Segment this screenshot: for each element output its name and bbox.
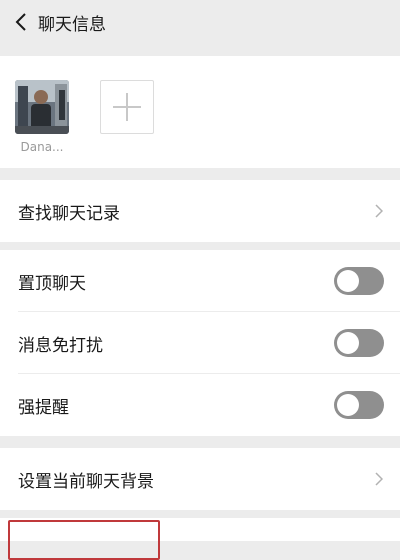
- chat-background-row[interactable]: 设置当前聊天背景: [0, 448, 400, 510]
- search-history-row[interactable]: 查找聊天记录: [0, 180, 400, 242]
- chat-background-label: 设置当前聊天背景: [18, 471, 154, 492]
- plus-icon: [113, 93, 141, 121]
- toggle-knob: [337, 394, 359, 416]
- pin-chat-label: 置顶聊天: [18, 273, 86, 294]
- search-history-section: 查找聊天记录: [0, 180, 400, 242]
- chat-background-section: 设置当前聊天背景: [0, 448, 400, 510]
- member-name: Dana...: [20, 140, 64, 154]
- mute-notifications-toggle[interactable]: [334, 329, 384, 357]
- chevron-right-icon: [374, 471, 384, 487]
- next-section: [0, 518, 400, 560]
- add-member-button[interactable]: [100, 80, 154, 134]
- chevron-left-icon: [15, 13, 26, 31]
- chat-settings-section: 置顶聊天 消息免打扰 强提醒: [0, 250, 400, 436]
- toggle-knob: [337, 332, 359, 354]
- pin-chat-row: 置顶聊天: [0, 250, 400, 312]
- mute-notifications-label: 消息免打扰: [18, 335, 103, 356]
- member-item[interactable]: Dana...: [14, 80, 70, 154]
- highlight-box: [8, 520, 160, 560]
- strong-reminder-label: 强提醒: [18, 397, 69, 418]
- strong-reminder-row: 强提醒: [0, 374, 400, 436]
- strong-reminder-toggle[interactable]: [334, 391, 384, 419]
- mute-notifications-row: 消息免打扰: [0, 312, 400, 374]
- page-title: 聊天信息: [38, 14, 106, 35]
- pin-chat-toggle[interactable]: [334, 267, 384, 295]
- toggle-knob: [337, 270, 359, 292]
- search-history-label: 查找聊天记录: [18, 203, 120, 224]
- avatar: [15, 80, 69, 134]
- chevron-right-icon: [374, 203, 384, 219]
- back-button[interactable]: [4, 0, 38, 44]
- header-bar: 聊天信息: [0, 0, 400, 44]
- members-section: Dana...: [0, 56, 400, 168]
